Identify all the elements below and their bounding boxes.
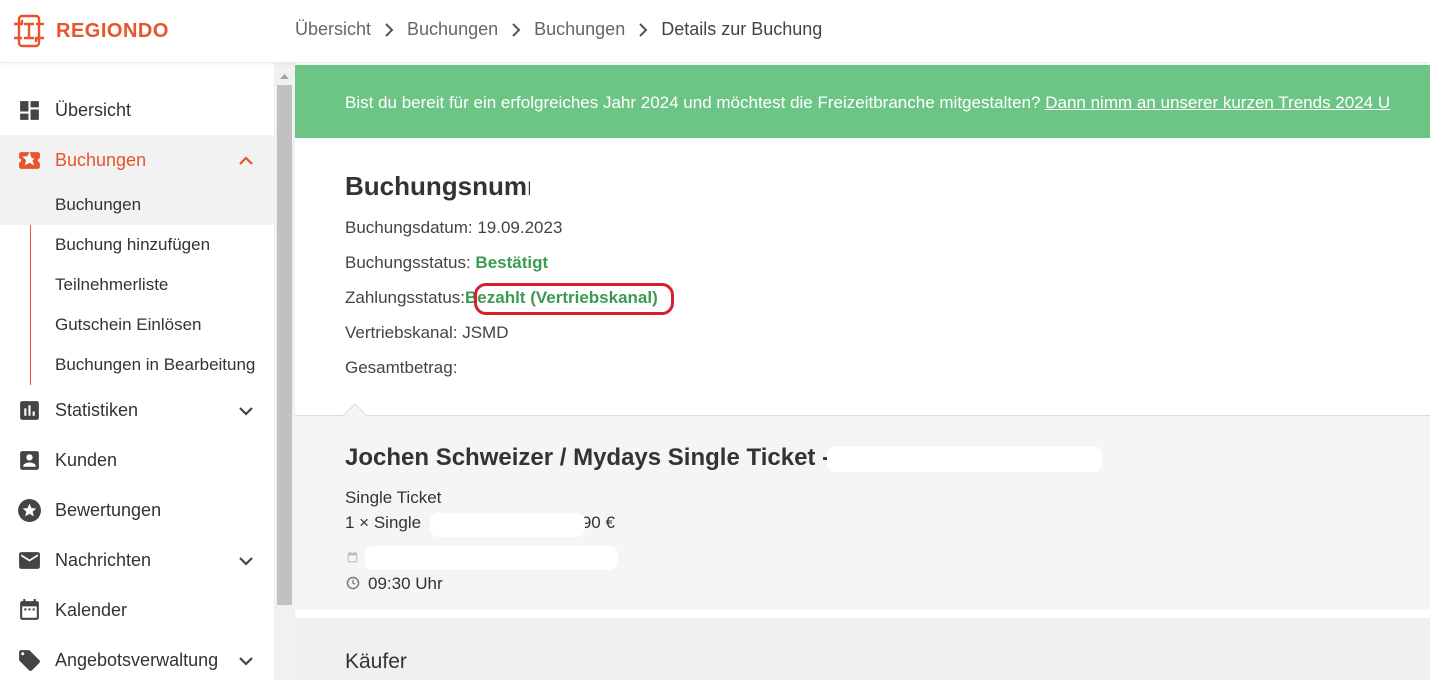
sidebar-subitem-redeem-voucher[interactable]: Gutschein Einlösen xyxy=(0,305,274,345)
main-content: Bist du bereit für ein erfolgreiches Jah… xyxy=(295,63,1430,680)
payment-status-highlight xyxy=(474,283,674,315)
top-bar: REGIONDO Übersicht Buchungen Buchungen D… xyxy=(0,0,1430,63)
ticket-time: 09:30 Uhr xyxy=(368,574,443,593)
breadcrumb: Übersicht Buchungen Buchungen Details zu… xyxy=(295,19,822,40)
sidebar-scrollbar[interactable] xyxy=(274,63,295,680)
sidebar-item-label: Buchungen xyxy=(55,149,147,170)
breadcrumb-booking-details: Details zur Buchung xyxy=(661,19,823,39)
dashboard-icon xyxy=(20,101,39,120)
ticket-type: Single Ticket xyxy=(345,488,442,507)
ticket-title: Jochen Schweizer / Mydays Single Ticket … xyxy=(345,444,831,471)
chevron-right-icon xyxy=(638,22,648,37)
regiondo-logo[interactable]: REGIONDO xyxy=(10,12,169,50)
scrollbar-thumb[interactable] xyxy=(277,85,292,605)
breadcrumb-overview[interactable]: Übersicht xyxy=(295,19,371,40)
sidebar-item-messages[interactable]: Nachrichten xyxy=(0,535,274,585)
redacted-ticket-date xyxy=(365,546,618,570)
calendar-icon xyxy=(20,599,39,620)
booking-status-row: Buchungsstatus: Bestätigt xyxy=(345,253,548,273)
sidebar-subitem-label: Buchungen in Bearbeitung xyxy=(55,355,256,374)
bar-chart-icon xyxy=(20,401,39,420)
ticket-line-prefix: 1 × Single xyxy=(345,513,422,532)
breadcrumb-bookings-list[interactable]: Buchungen xyxy=(534,19,625,40)
sales-channel-label: Vertriebskanal: xyxy=(345,323,463,342)
sidebar-subitem-bookings[interactable]: Buchungen xyxy=(0,185,274,225)
sidebar-item-label: Nachrichten xyxy=(55,549,152,570)
sidebar-item-overview[interactable]: Übersicht xyxy=(0,85,274,135)
sidebar-subitem-label: Buchung hinzufügen xyxy=(55,235,211,254)
breadcrumb-bookings[interactable]: Buchungen xyxy=(407,19,498,40)
sidebar: Übersicht Buchungen Buchungen Buchung hi… xyxy=(0,63,274,680)
sidebar-item-label: Übersicht xyxy=(55,99,132,120)
buyer-section: Käufer xyxy=(295,618,1430,680)
sidebar-subitem-label: Gutschein Einlösen xyxy=(55,315,202,334)
redacted-booking-number xyxy=(530,173,810,203)
chevron-right-icon xyxy=(384,22,394,37)
tag-icon xyxy=(19,650,40,671)
announcement-banner: Bist du bereit für ein erfolgreiches Jah… xyxy=(295,65,1430,138)
banner-text: Bist du bereit für ein erfolgreiches Jah… xyxy=(345,93,1046,112)
sidebar-subitem-bookings-in-progress[interactable]: Buchungen in Bearbeitung xyxy=(0,345,274,385)
sidebar-subitem-add-booking[interactable]: Buchung hinzufügen xyxy=(0,225,274,265)
sidebar-item-calendar[interactable]: Kalender xyxy=(0,585,274,635)
brand-name: REGIONDO xyxy=(56,19,169,42)
calendar-small-icon xyxy=(347,551,358,563)
sidebar-item-label: Bewertungen xyxy=(55,499,162,520)
redacted-ticket-detail xyxy=(430,513,585,537)
sidebar-subitem-label: Buchungen xyxy=(55,195,142,214)
booking-date-label: Buchungsdatum: xyxy=(345,218,478,237)
sales-channel-row: Vertriebskanal: JSMD xyxy=(345,323,508,343)
person-card-icon xyxy=(20,451,39,470)
ticket-section: Jochen Schweizer / Mydays Single Ticket … xyxy=(295,416,1430,610)
redacted-ticket-name xyxy=(827,446,1102,472)
regiondo-logo-icon xyxy=(14,14,44,48)
total-amount-label: Gesamtbetrag: xyxy=(345,358,458,377)
clock-icon xyxy=(346,576,360,590)
sidebar-item-label: Kunden xyxy=(55,449,118,470)
section-notch xyxy=(343,403,367,427)
booking-date-row: Buchungsdatum: 19.09.2023 xyxy=(345,218,562,238)
chevron-right-icon xyxy=(511,22,521,37)
chevron-down-icon[interactable] xyxy=(236,401,256,421)
payment-status-label: Zahlungsstatus: xyxy=(345,288,466,307)
sidebar-item-offer-management[interactable]: Angebotsverwaltung xyxy=(0,635,274,685)
sales-channel-value: JSMD xyxy=(462,323,509,342)
chevron-down-icon[interactable] xyxy=(236,551,256,571)
booking-status-value: Bestätigt xyxy=(475,253,549,272)
booking-status-label: Buchungsstatus: xyxy=(345,253,476,272)
sidebar-item-label: Kalender xyxy=(55,599,128,620)
sidebar-item-customers[interactable]: Kunden xyxy=(0,435,274,485)
section-gap xyxy=(295,610,1430,618)
sidebar-subitem-label: Teilnehmerliste xyxy=(55,275,169,294)
sidebar-item-bookings[interactable]: Buchungen xyxy=(0,135,274,185)
scroll-up-arrow-icon[interactable] xyxy=(274,69,295,83)
sidebar-item-reviews[interactable]: Bewertungen xyxy=(0,485,274,535)
envelope-icon xyxy=(19,552,40,569)
buyer-title: Käufer xyxy=(345,650,407,673)
banner-survey-link[interactable]: Dann nimm an unserer kurzen Trends 2024 … xyxy=(1045,93,1390,112)
sidebar-subitem-participant-list[interactable]: Teilnehmerliste xyxy=(0,265,274,305)
booking-date-value: 19.09.2023 xyxy=(477,218,563,237)
chevron-up-icon[interactable] xyxy=(236,151,256,171)
sidebar-item-label: Statistiken xyxy=(55,399,139,420)
star-circle-icon xyxy=(18,499,41,522)
sidebar-item-statistics[interactable]: Statistiken xyxy=(0,385,274,435)
chevron-down-icon[interactable] xyxy=(236,651,256,671)
sidebar-item-label: Angebotsverwaltung xyxy=(55,649,219,670)
ticket-star-icon xyxy=(19,151,40,169)
total-amount-row: Gesamtbetrag: xyxy=(345,358,457,378)
